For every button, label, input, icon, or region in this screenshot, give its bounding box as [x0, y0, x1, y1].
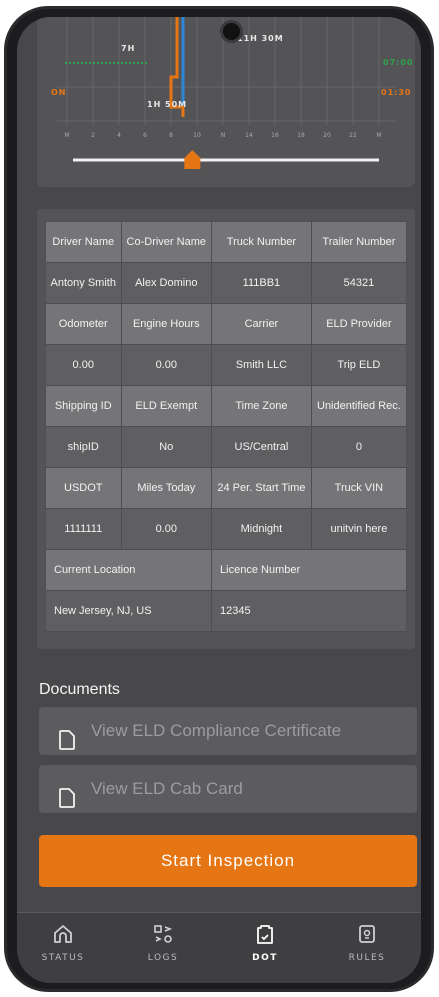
compliance-certificate-label: View ELD Compliance Certificate [91, 721, 342, 740]
document-icon [59, 721, 75, 769]
val-driver-name: Antony Smith [45, 262, 122, 304]
cab-card-label: View ELD Cab Card [91, 779, 243, 798]
hdr-current-location: Current Location [44, 549, 213, 591]
hour-tick-label: 10 [193, 132, 201, 139]
val-shipping-id: shipID [45, 426, 122, 468]
bottom-tab-bar: STATUS LOGS DOT RULES [17, 912, 421, 983]
graph-right-on-label: 01:30 [381, 88, 411, 97]
val-odometer: 0.00 [45, 344, 122, 386]
hdr-odometer: Odometer [45, 303, 122, 345]
val-eld-exempt: No [120, 426, 213, 468]
hdr-engine-hours: Engine Hours [120, 303, 213, 345]
tab-rules[interactable]: RULES [332, 923, 402, 963]
time-slider-thumb[interactable] [184, 150, 201, 169]
val-licence-number: 12345 [211, 590, 407, 632]
val-usdot: 1111111 [45, 508, 122, 550]
tab-status[interactable]: STATUS [28, 923, 98, 963]
hdr-unidentified-rec: Unidentified Rec. [310, 385, 408, 427]
hour-tick-label: 18 [297, 132, 305, 139]
graph-on-label: ON [51, 88, 67, 97]
hdr-miles-today: Miles Today [120, 467, 213, 509]
hdr-licence-number: Licence Number [211, 549, 407, 591]
hour-tick-label: 8 [169, 132, 173, 139]
hdr-time-zone: Time Zone [211, 385, 312, 427]
val-trailer-number: 54321 [310, 262, 408, 304]
tab-logs[interactable]: LOGS [128, 923, 198, 963]
logs-icon [152, 925, 174, 949]
home-icon [52, 925, 74, 949]
hour-tick-label: 4 [117, 132, 121, 139]
val-truck-vin: unitvin here [310, 508, 408, 550]
tab-rules-label: RULES [348, 953, 386, 963]
val-eld-provider: Trip ELD [310, 344, 408, 386]
hdr-co-driver-name: Co-Driver Name [120, 221, 213, 263]
document-icon [59, 779, 75, 827]
val-carrier: Smith LLC [211, 344, 312, 386]
val-time-zone: US/Central [211, 426, 312, 468]
hour-tick-label: M [64, 132, 69, 139]
rules-icon [356, 925, 378, 949]
val-miles-today: 0.00 [120, 508, 213, 550]
hour-tick-label: N [221, 132, 226, 139]
hour-tick-label: 20 [323, 132, 331, 139]
hdr-eld-exempt: ELD Exempt [120, 385, 213, 427]
tab-status-label: STATUS [41, 953, 85, 963]
hdr-carrier: Carrier [211, 303, 312, 345]
start-inspection-button[interactable]: Start Inspection [39, 835, 417, 887]
hdr-usdot: USDOT [45, 467, 122, 509]
front-camera [220, 20, 243, 43]
dot-clipboard-icon [254, 925, 276, 949]
tab-dot-label: DOT [252, 953, 278, 963]
view-cab-card-button[interactable]: View ELD Cab Card [39, 765, 417, 813]
hdr-truck-vin: Truck VIN [310, 467, 408, 509]
hos-graph-svg: 7H 11H 30M ON 1H 50M 07:00 01:30 M 2 4 6 8 10… [51, 17, 413, 169]
graph-11h-label: 11H 30M [237, 34, 284, 43]
val-engine-hours: 0.00 [120, 344, 213, 386]
graph-mid-label: 1H 50M [147, 100, 187, 109]
dot-info-card: Driver Name Co-Driver Name Truck Number … [37, 209, 415, 649]
val-period-start-time: Midnight [211, 508, 312, 550]
phone-frame: 7H 11H 30M ON 1H 50M 07:00 01:30 M 2 4 6 8 10… [4, 6, 434, 992]
graph-7h-label: 7H [121, 44, 135, 53]
val-co-driver-name: Alex Domino [120, 262, 213, 304]
val-unidentified-rec: 0 [310, 426, 408, 468]
val-current-location: New Jersey, NJ, US [44, 590, 213, 632]
hdr-shipping-id: Shipping ID [45, 385, 122, 427]
tab-logs-label: LOGS [147, 953, 179, 963]
hdr-truck-number: Truck Number [211, 221, 312, 263]
hdr-eld-provider: ELD Provider [310, 303, 408, 345]
val-truck-number: 111BB1 [211, 262, 312, 304]
hdr-trailer-number: Trailer Number [310, 221, 408, 263]
hour-tick-label: M [376, 132, 381, 139]
tab-dot[interactable]: DOT [230, 923, 300, 963]
hour-tick-label: 22 [349, 132, 357, 139]
hdr-period-start-time: 24 Per. Start Time [211, 467, 312, 509]
hour-tick-label: 14 [245, 132, 253, 139]
dot-info-table: Driver Name Co-Driver Name Truck Number … [44, 221, 408, 632]
hos-graph: 7H 11H 30M ON 1H 50M 07:00 01:30 M 2 4 6 8 10… [37, 17, 415, 187]
hour-tick-label: 2 [91, 132, 95, 139]
hdr-driver-name: Driver Name [45, 221, 122, 263]
screen: 7H 11H 30M ON 1H 50M 07:00 01:30 M 2 4 6 8 10… [17, 17, 421, 983]
graph-right-top-label: 07:00 [383, 58, 413, 67]
hour-tick-label: 16 [271, 132, 279, 139]
view-compliance-certificate-button[interactable]: View ELD Compliance Certificate [39, 707, 417, 755]
hour-tick-label: 6 [143, 132, 147, 139]
documents-heading: Documents [39, 681, 120, 698]
